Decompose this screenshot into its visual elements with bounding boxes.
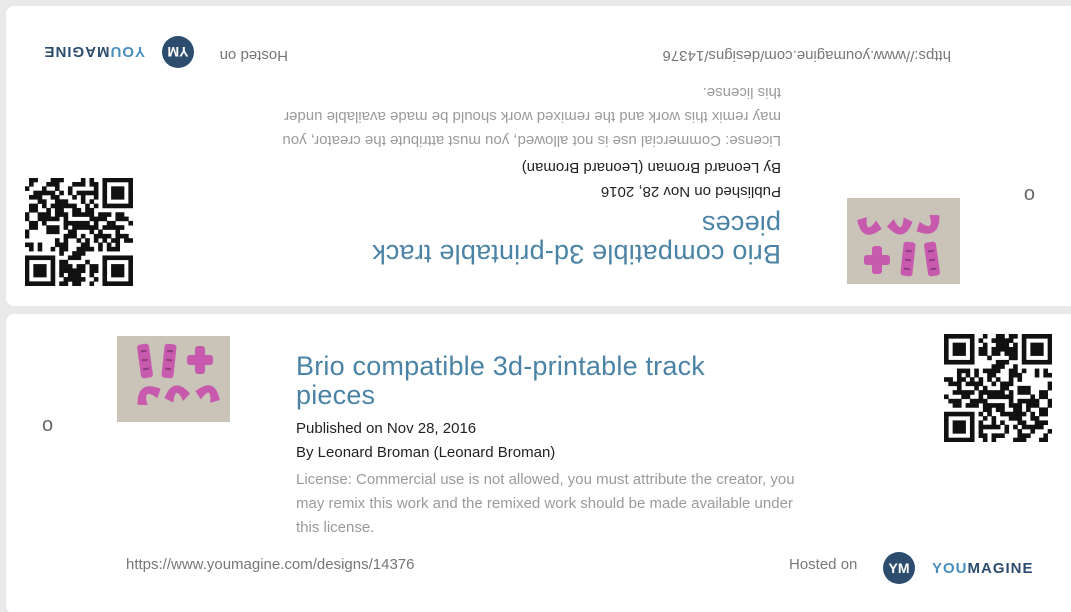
fold-mark: o [42, 414, 54, 436]
hosted-on-label: Hosted on [219, 47, 288, 64]
logo-magine: MAGINE [43, 43, 110, 60]
logo-magine: MAGINE [967, 560, 1034, 577]
design-photo [117, 336, 230, 422]
design-title: Brio compatible 3d-printable track piece… [296, 351, 705, 410]
logo-you: YOU [109, 43, 145, 60]
fold-mark: o [1023, 184, 1035, 206]
card-rotated-content: o Brio compatible 3d-printable track pie… [6, 6, 1071, 306]
design-photo [847, 198, 960, 284]
published-date: Published on Nov 28, 2016 [600, 183, 781, 200]
card-content: o Brio compatible 3d-printable track pie… [6, 314, 1071, 612]
hosted-on-label: Hosted on [789, 556, 858, 573]
logo-you: YOU [932, 560, 968, 577]
design-card-upside-down: o Brio compatible 3d-printable track pie… [6, 6, 1071, 306]
design-card: o Brio compatible 3d-printable track pie… [6, 314, 1071, 612]
design-url: https://www.youmagine.com/designs/14376 [126, 556, 415, 573]
license-text: License: Commercial use is not allowed, … [282, 84, 781, 149]
youmagine-badge-icon: YM [162, 36, 194, 68]
card-content: o Brio compatible 3d-printable track pie… [6, 6, 1071, 306]
design-author: By Leonard Broman (Leonard Broman) [296, 444, 556, 461]
design-author: By Leonard Broman (Leonard Broman) [521, 159, 781, 176]
design-url: https://www.youmagine.com/designs/14376 [662, 47, 952, 64]
license-text: License: Commercial use is not allowed, … [296, 471, 795, 536]
youmagine-logo: YOUMAGINE [43, 43, 145, 60]
youmagine-logo: YOUMAGINE [932, 560, 1034, 577]
print-sheet: o Brio compatible 3d-printable track pie… [0, 0, 1071, 612]
design-title: Brio compatible 3d-printable track piece… [372, 210, 781, 269]
published-date: Published on Nov 28, 2016 [296, 420, 477, 437]
qr-code [944, 334, 1052, 442]
youmagine-badge-icon: YM [883, 552, 915, 584]
qr-code [25, 178, 133, 286]
